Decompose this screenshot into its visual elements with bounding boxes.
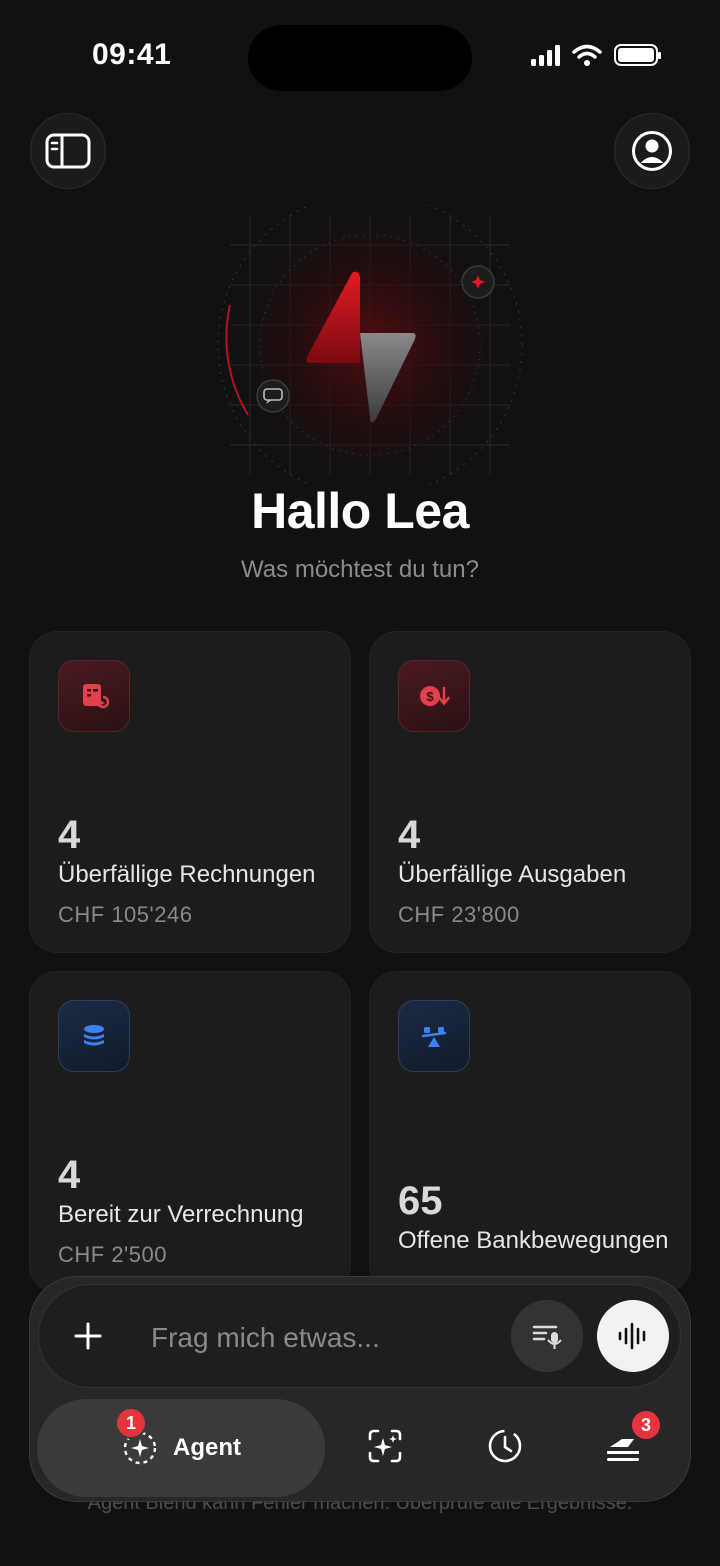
dictation-icon [532, 1325, 562, 1349]
status-time: 09:41 [92, 38, 172, 71]
cellular-signal-icon [531, 44, 560, 66]
user-circle-icon [632, 131, 672, 171]
dollar-down-icon: $ [398, 660, 470, 732]
plus-icon[interactable] [71, 1319, 105, 1353]
card-ready-for-billing[interactable]: 4 Bereit zur Verrechnung CHF 2'500 [29, 971, 351, 1293]
voice-waveform-icon [618, 1322, 646, 1350]
battery-icon [614, 44, 661, 66]
voice-mode-button[interactable] [597, 1300, 669, 1372]
nav-item-inbox[interactable]: 3 [602, 1409, 662, 1467]
svg-text:$: $ [426, 689, 434, 704]
card-title: Überfällige Ausgaben [398, 861, 627, 888]
coins-stack-icon [58, 1000, 130, 1072]
history-icon[interactable] [484, 1425, 526, 1467]
wifi-icon [572, 44, 602, 66]
card-count: 4 [398, 813, 421, 857]
card-amount: CHF 23'800 [398, 902, 520, 927]
profile-button[interactable] [614, 113, 690, 189]
card-amount: CHF 2'500 [58, 1242, 167, 1267]
card-amount: CHF 105'246 [58, 902, 193, 927]
greeting-title: Hallo Lea [251, 483, 469, 539]
chat-input[interactable] [149, 1313, 493, 1363]
agent-badge: 1 [115, 1407, 147, 1439]
card-title: Offene Bankbewegungen [398, 1227, 669, 1254]
card-overdue-invoices[interactable]: 4 Überfällige Rechnungen CHF 105'246 [29, 631, 351, 953]
nav-agent-icon-wrap: 1 [115, 1407, 159, 1467]
dictation-button[interactable] [511, 1300, 583, 1372]
status-icons [531, 44, 661, 66]
dynamic-island [248, 25, 472, 91]
magic-tasks-icon[interactable] [364, 1425, 406, 1467]
invoice-refresh-icon [58, 660, 130, 732]
bottom-panel: 1 Agent 3 [29, 1276, 691, 1502]
bank-transfer-icon [398, 1000, 470, 1072]
card-title: Überfällige Rechnungen [58, 861, 316, 888]
card-count: 4 [58, 1153, 81, 1197]
card-count: 4 [58, 813, 81, 857]
nav-item-agent[interactable]: 1 Agent [37, 1399, 325, 1497]
sidebar-toggle-button[interactable] [30, 113, 106, 189]
card-open-bank-transactions[interactable]: 65 Offene Bankbewegungen [369, 971, 691, 1293]
inbox-badge: 3 [630, 1409, 662, 1441]
sidebar-toggle-icon [45, 133, 91, 169]
greeting-subtitle: Was möchtest du tun? [241, 556, 479, 583]
card-title: Bereit zur Verrechnung [58, 1201, 304, 1228]
bottom-navigation: 1 Agent 3 [30, 1395, 690, 1499]
card-overdue-expenses[interactable]: $ 4 Überfällige Ausgaben CHF 23'800 [369, 631, 691, 953]
chat-bar [38, 1284, 681, 1388]
card-count: 65 [398, 1179, 443, 1223]
hero-logo-illustration [200, 192, 540, 498]
nav-agent-label: Agent [173, 1434, 241, 1461]
